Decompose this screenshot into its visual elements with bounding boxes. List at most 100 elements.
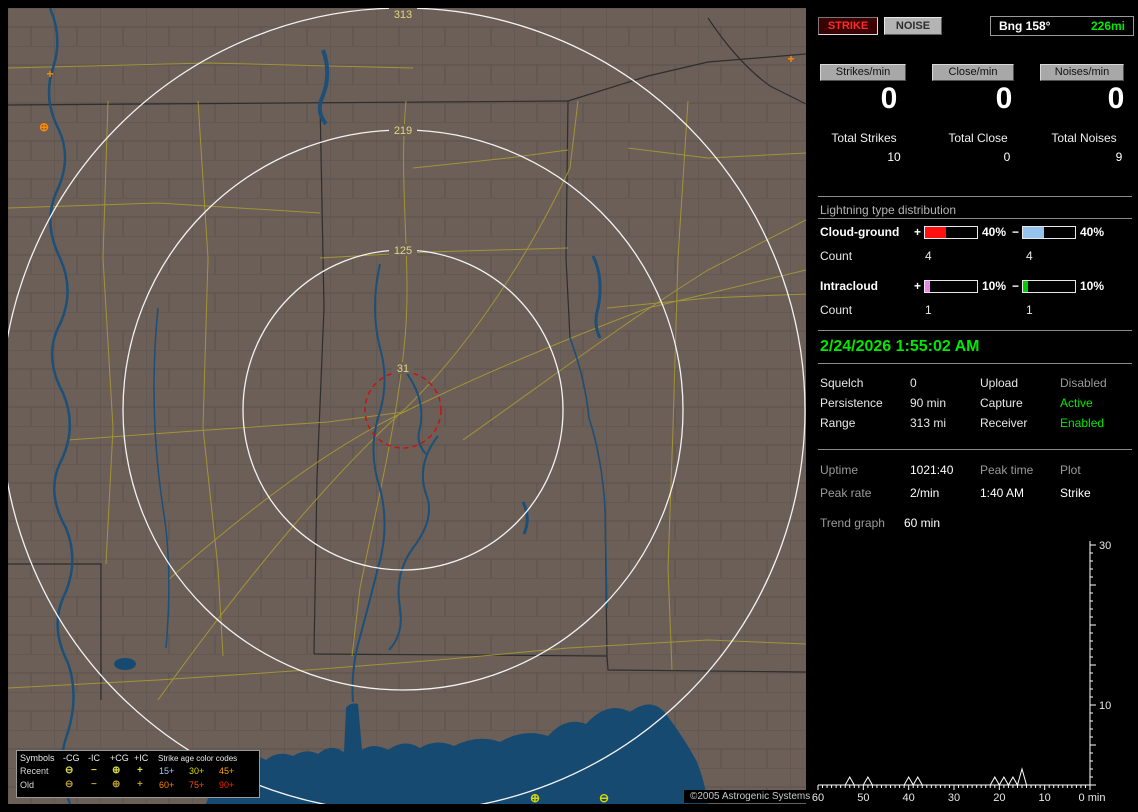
svg-text:10: 10 xyxy=(1099,700,1111,712)
ic-positive-pct: 10% xyxy=(982,279,1007,293)
noises-per-min-label: Noises/min xyxy=(1040,64,1124,81)
legend-age-title: Strike age color codes xyxy=(158,754,238,763)
total-strikes-label: Total Strikes xyxy=(831,131,897,145)
legend-col-pos-ic: +IC xyxy=(134,753,149,763)
trend-graph: 30 10 60 50 40 30 20 10 0 min xyxy=(812,540,1111,804)
total-strikes-value: 10 xyxy=(887,150,901,164)
peak-time-label: Peak time xyxy=(980,463,1034,477)
legend-row-recent-label: Recent xyxy=(20,766,49,776)
strikes-per-min-label: Strikes/min xyxy=(820,64,906,81)
cg-negative-pct: 40% xyxy=(1080,225,1105,239)
squelch-label: Squelch xyxy=(820,376,864,390)
capture-status: Active xyxy=(1060,396,1093,410)
recent-neg-ic-icon: − xyxy=(91,765,97,776)
strike-symbol: ⊕ xyxy=(530,791,540,804)
cg-negative-bar xyxy=(1022,226,1076,239)
plot-mode-value: Strike xyxy=(1060,486,1091,500)
strike-toggle-button[interactable]: STRIKE xyxy=(818,17,878,35)
map-view[interactable]: 313 219 125 31 + ⊕ + ⊕ ⊖ Symbols -CG -IC +CG… xyxy=(8,8,817,804)
age-45: 45+ xyxy=(219,766,235,776)
cg-negative-count: 4 xyxy=(1026,249,1033,263)
svg-text:20: 20 xyxy=(993,792,1005,804)
copyright-text: ©2005 Astrogenic Systems xyxy=(684,790,817,803)
age-75: 75+ xyxy=(189,780,205,790)
app-window: 313 219 125 31 + ⊕ + ⊕ ⊖ Symbols -CG -IC +CG… xyxy=(0,0,1138,812)
svg-text:30: 30 xyxy=(948,792,960,804)
recent-neg-cg-icon: ⊖ xyxy=(65,765,74,776)
age-30: 30+ xyxy=(189,766,205,776)
cg-positive-pct: 40% xyxy=(982,225,1007,239)
datetime-display: 2/24/2026 1:55:02 AM xyxy=(820,338,980,355)
strike-symbol: ⊕ xyxy=(39,120,49,134)
map-legend: Symbols -CG -IC +CG +IC Strike age color… xyxy=(16,750,260,798)
uptime-value: 1021:40 xyxy=(910,463,954,477)
divider xyxy=(818,196,1132,197)
legend-row-old-label: Old xyxy=(20,780,35,790)
strikes-per-min-value: 0 xyxy=(880,82,898,115)
peak-rate-value: 2/min xyxy=(910,486,940,500)
receiver-label: Receiver xyxy=(980,416,1028,430)
cg-positive-bar xyxy=(924,226,978,239)
svg-text:40: 40 xyxy=(903,792,915,804)
distribution-title: Lightning type distribution xyxy=(820,203,957,217)
ring-label-31: 31 xyxy=(397,363,409,375)
ic-positive-bar xyxy=(924,280,978,293)
total-close-label: Total Close xyxy=(948,131,1008,145)
count-label: Count xyxy=(820,249,853,263)
divider xyxy=(818,449,1132,450)
peak-rate-label: Peak rate xyxy=(820,486,872,500)
legend-col-pos-cg: +CG xyxy=(110,753,129,763)
persistence-value: 90 min xyxy=(910,396,947,410)
old-pos-ic-icon: + xyxy=(137,779,143,790)
range-value: 313 mi xyxy=(910,416,947,430)
trend-graph-label: Trend graph xyxy=(820,516,885,530)
close-per-min-value: 0 xyxy=(995,82,1013,115)
ring-label-219: 219 xyxy=(394,125,412,137)
squelch-value: 0 xyxy=(910,376,917,390)
ring-label-125: 125 xyxy=(394,245,412,257)
upload-status: Disabled xyxy=(1060,376,1107,390)
old-pos-cg-icon: ⊕ xyxy=(112,779,121,790)
recent-pos-cg-icon: ⊕ xyxy=(112,765,121,776)
strike-symbol: + xyxy=(46,67,53,81)
divider xyxy=(818,218,1132,219)
age-90: 90+ xyxy=(219,780,235,790)
divider xyxy=(818,330,1132,331)
capture-label: Capture xyxy=(980,396,1023,410)
ic-positive-count: 1 xyxy=(925,303,932,317)
cg-positive-count: 4 xyxy=(925,249,932,263)
strike-symbol: + xyxy=(787,52,794,66)
upload-label: Upload xyxy=(980,376,1019,390)
cloud-ground-label: Cloud-ground xyxy=(820,225,900,239)
noises-per-min-value: 0 xyxy=(1107,82,1125,115)
peak-time-value: 1:40 AM xyxy=(980,486,1025,500)
plus-sign: + xyxy=(914,225,922,239)
range-label: Range xyxy=(820,416,856,430)
age-15: 15+ xyxy=(159,766,175,776)
bearing-display: Bng 158° 226mi xyxy=(990,16,1134,36)
legend-col-neg-ic: -IC xyxy=(88,753,100,763)
old-neg-cg-icon: ⊖ xyxy=(65,779,74,790)
plus-sign: + xyxy=(914,279,922,293)
svg-text:10: 10 xyxy=(1039,792,1051,804)
intracloud-label: Intracloud xyxy=(820,279,879,293)
bearing-label: Bng 158° xyxy=(999,19,1051,33)
trend-graph-window: 60 min xyxy=(904,516,941,530)
ic-negative-pct: 10% xyxy=(1080,279,1105,293)
noise-toggle-button[interactable]: NOISE xyxy=(884,17,942,35)
uptime-label: Uptime xyxy=(820,463,859,477)
svg-text:50: 50 xyxy=(857,792,869,804)
svg-text:30: 30 xyxy=(1099,540,1111,552)
minus-sign: − xyxy=(1012,225,1020,239)
plot-label: Plot xyxy=(1060,463,1081,477)
legend-symbols-title: Symbols xyxy=(20,753,55,763)
legend-col-neg-cg: -CG xyxy=(63,753,80,763)
strike-symbol: ⊖ xyxy=(599,791,609,804)
svg-text:60: 60 xyxy=(812,792,824,804)
total-noises-label: Total Noises xyxy=(1051,131,1117,145)
ic-negative-bar xyxy=(1022,280,1076,293)
receiver-status: Enabled xyxy=(1060,416,1105,430)
persistence-label: Persistence xyxy=(820,396,883,410)
count-label: Count xyxy=(820,303,853,317)
map-canvas[interactable]: 313 219 125 31 + ⊕ + ⊕ ⊖ xyxy=(8,8,806,804)
